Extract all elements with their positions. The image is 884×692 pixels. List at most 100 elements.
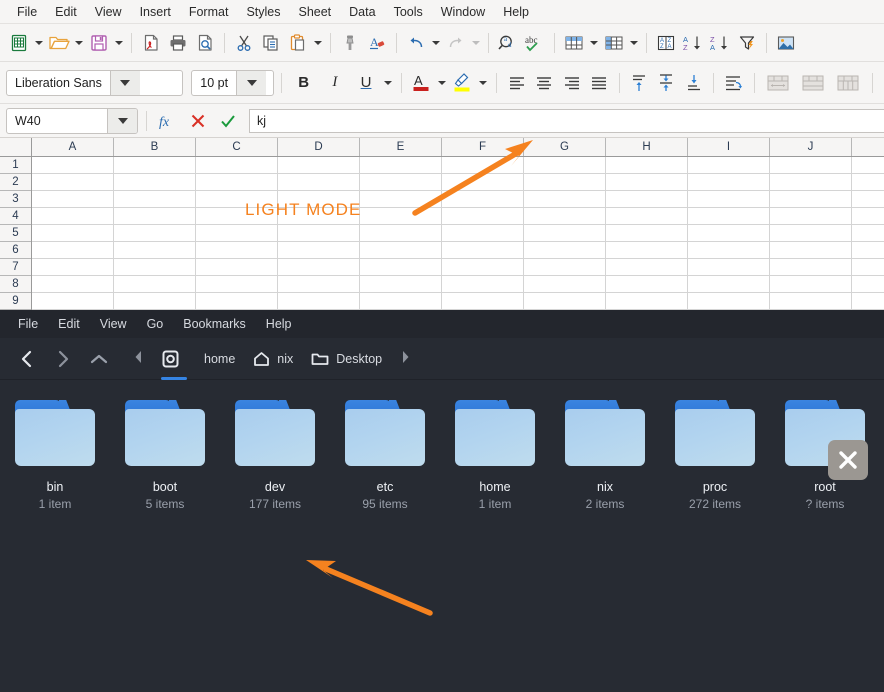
menu-item-tools[interactable]: Tools: [385, 3, 432, 21]
sort-ascending-icon[interactable]: AZ: [680, 29, 706, 57]
close-icon[interactable]: [828, 440, 868, 480]
grid-row[interactable]: [32, 174, 884, 191]
crumb-left-arrow-icon[interactable]: [124, 350, 153, 368]
align-center-vertically-icon[interactable]: [654, 69, 679, 97]
grid-cell-b8[interactable]: [114, 276, 196, 292]
italic-button[interactable]: I: [320, 69, 349, 97]
chevron-up-icon[interactable]: [82, 344, 116, 374]
grid-cell-g3[interactable]: [524, 191, 606, 207]
menu-item-window[interactable]: Window: [432, 3, 494, 21]
fm-menu-item-go[interactable]: Go: [137, 314, 174, 334]
sort-icon[interactable]: AZZA: [653, 29, 679, 57]
grid-cell-e3[interactable]: [360, 191, 442, 207]
grid-cell-d2[interactable]: [278, 174, 360, 190]
chevron-right-icon[interactable]: [46, 344, 80, 374]
select-all-corner[interactable]: [0, 138, 32, 156]
grid-cell-a8[interactable]: [32, 276, 114, 292]
row-dropdown-icon[interactable]: [588, 29, 600, 57]
grid-cell-f4[interactable]: [442, 208, 524, 224]
grid-cell-c5[interactable]: [196, 225, 278, 241]
file-item[interactable]: home 1 item: [440, 400, 550, 511]
save-icon[interactable]: [86, 29, 112, 57]
paste-dropdown-icon[interactable]: [312, 29, 324, 57]
font-name-combobox[interactable]: Liberation Sans: [6, 69, 184, 96]
crumb-right-arrow-icon[interactable]: [391, 350, 420, 368]
grid-cell-e7[interactable]: [360, 259, 442, 275]
align-right-icon[interactable]: [559, 69, 584, 97]
undo-icon[interactable]: [403, 29, 429, 57]
grid-cell-e8[interactable]: [360, 276, 442, 292]
reject-icon[interactable]: [185, 108, 211, 134]
row-header-2[interactable]: 2: [0, 174, 31, 191]
grid-cell-c9[interactable]: [196, 293, 278, 309]
grid-row[interactable]: [32, 157, 884, 174]
grid-cell-j5[interactable]: [770, 225, 852, 241]
row-header-9[interactable]: 9: [0, 293, 31, 310]
menu-item-sheet[interactable]: Sheet: [289, 3, 340, 21]
find-replace-icon[interactable]: ad: [495, 29, 521, 57]
new-document-icon[interactable]: [6, 29, 32, 57]
column-header-g[interactable]: G: [524, 138, 606, 156]
grid-cell-i3[interactable]: [688, 191, 770, 207]
formula-input[interactable]: kj: [249, 108, 884, 133]
print-icon[interactable]: [165, 29, 191, 57]
clone-formatting-icon[interactable]: [337, 29, 363, 57]
font-size-combobox[interactable]: 10 pt: [191, 69, 275, 96]
column-header-f[interactable]: F: [442, 138, 524, 156]
fm-menu-item-view[interactable]: View: [90, 314, 137, 334]
bold-button[interactable]: B: [289, 69, 318, 97]
grid-cell-c7[interactable]: [196, 259, 278, 275]
column-icon[interactable]: [601, 29, 627, 57]
row-header-7[interactable]: 7: [0, 259, 31, 276]
file-item[interactable]: proc 272 items: [660, 400, 770, 511]
grid-cell-e9[interactable]: [360, 293, 442, 309]
menu-item-data[interactable]: Data: [340, 3, 384, 21]
column-header-a[interactable]: A: [32, 138, 114, 156]
grid-cell-d9[interactable]: [278, 293, 360, 309]
grid-cell-g8[interactable]: [524, 276, 606, 292]
grid-cell-b5[interactable]: [114, 225, 196, 241]
grid-cell-h7[interactable]: [606, 259, 688, 275]
grid-cell-c2[interactable]: [196, 174, 278, 190]
grid-cell-a4[interactable]: [32, 208, 114, 224]
align-top-icon[interactable]: [626, 69, 651, 97]
grid-cell-j1[interactable]: [770, 157, 852, 173]
menu-item-insert[interactable]: Insert: [131, 3, 180, 21]
name-box-dropdown-icon[interactable]: [107, 108, 137, 133]
menu-item-file[interactable]: File: [8, 3, 46, 21]
grid-cell-d8[interactable]: [278, 276, 360, 292]
breadcrumb-item-nix[interactable]: nix: [244, 347, 302, 371]
grid-cell-j3[interactable]: [770, 191, 852, 207]
grid-cell-j6[interactable]: [770, 242, 852, 258]
grid-cell-b9[interactable]: [114, 293, 196, 309]
grid-cell-a6[interactable]: [32, 242, 114, 258]
grid-cell-i7[interactable]: [688, 259, 770, 275]
fm-menu-item-help[interactable]: Help: [256, 314, 302, 334]
grid-cell-e5[interactable]: [360, 225, 442, 241]
grid-cell-b6[interactable]: [114, 242, 196, 258]
grid-cell-i2[interactable]: [688, 174, 770, 190]
grid-cell-e4[interactable]: [360, 208, 442, 224]
grid-cell-g6[interactable]: [524, 242, 606, 258]
column-header-d[interactable]: D: [278, 138, 360, 156]
menu-item-edit[interactable]: Edit: [46, 3, 86, 21]
menu-item-format[interactable]: Format: [180, 3, 238, 21]
grid-cell-b1[interactable]: [114, 157, 196, 173]
font-name-dropdown-icon[interactable]: [109, 70, 140, 95]
copy-icon[interactable]: [258, 29, 284, 57]
menu-item-help[interactable]: Help: [494, 3, 538, 21]
grid-cell-g4[interactable]: [524, 208, 606, 224]
row-header-5[interactable]: 5: [0, 225, 31, 242]
row-header-6[interactable]: 6: [0, 242, 31, 259]
row-header-8[interactable]: 8: [0, 276, 31, 293]
underline-dropdown-icon[interactable]: [383, 69, 395, 97]
grid-cell-e1[interactable]: [360, 157, 442, 173]
grid-cell-h6[interactable]: [606, 242, 688, 258]
grid-cell-i1[interactable]: [688, 157, 770, 173]
grid-cell-b2[interactable]: [114, 174, 196, 190]
row-header-3[interactable]: 3: [0, 191, 31, 208]
sort-descending-icon[interactable]: ZA: [707, 29, 733, 57]
export-pdf-icon[interactable]: [138, 29, 164, 57]
grid-cell-f2[interactable]: [442, 174, 524, 190]
file-item[interactable]: boot 5 items: [110, 400, 220, 511]
